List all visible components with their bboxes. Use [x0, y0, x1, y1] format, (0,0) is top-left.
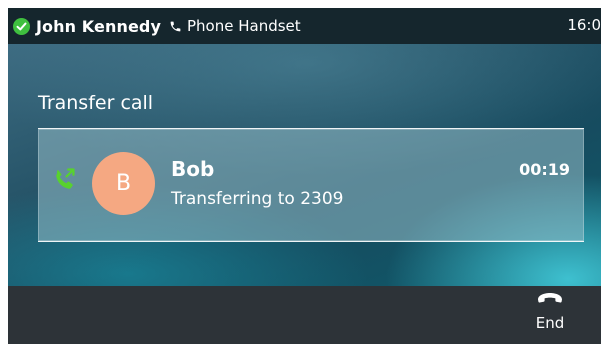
account-user-name: John Kennedy	[36, 16, 161, 36]
end-call-label: End	[535, 314, 565, 332]
avatar-initial: B	[115, 171, 132, 196]
contact-avatar: B	[92, 152, 155, 215]
audio-device-label: Phone Handset	[186, 17, 301, 35]
page-title: Transfer call	[38, 92, 154, 114]
active-call-item[interactable]: B Bob Transferring to 2309 00:19	[38, 128, 584, 242]
presence-online-icon	[13, 17, 30, 35]
call-duration: 00:19	[519, 160, 570, 179]
call-transfer-icon	[52, 167, 78, 197]
phone-screen: John Kennedy Phone Handset 16:0 Transfer…	[8, 8, 601, 344]
call-status-text: Transferring to 2309	[171, 189, 344, 209]
end-call-button[interactable]: End	[523, 290, 577, 342]
softkey-bar: End	[8, 286, 601, 344]
clock: 16:0	[567, 16, 601, 34]
contact-name: Bob	[171, 157, 215, 181]
hang-up-icon	[536, 290, 564, 309]
status-bar: John Kennedy Phone Handset 16:0	[8, 8, 601, 44]
call-panel: Transfer call B Bob Transferring to 2309…	[8, 44, 601, 286]
phone-handset-icon	[169, 20, 182, 33]
